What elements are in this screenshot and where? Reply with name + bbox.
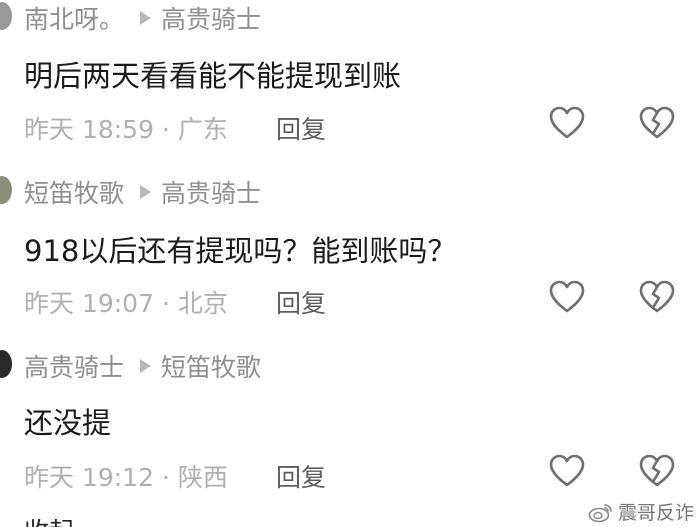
heart-outline-icon[interactable] xyxy=(549,280,585,316)
broken-heart-icon[interactable] xyxy=(639,106,675,142)
reply-button[interactable]: 回复 xyxy=(276,284,326,320)
watermark-text: 震哥反诈 xyxy=(617,502,694,524)
comment-header: 高贵骑士 短笛牧歌 xyxy=(24,348,261,384)
avatar[interactable] xyxy=(0,176,12,204)
comment-text: 918以后还有提现吗？能到账吗？ xyxy=(24,234,457,268)
reply-button[interactable]: 回复 xyxy=(276,110,326,146)
collapse-button[interactable]: 收起 xyxy=(24,512,74,527)
avatar[interactable] xyxy=(0,2,12,30)
heart-outline-icon[interactable] xyxy=(549,454,585,490)
comment-text: 明后两天看看能不能提现到账 xyxy=(24,59,402,93)
heart-outline-icon[interactable] xyxy=(549,106,585,142)
reply-to-name[interactable]: 短笛牧歌 xyxy=(161,348,261,384)
triangle-right-icon xyxy=(140,11,152,25)
avatar[interactable] xyxy=(0,350,12,378)
weibo-logo-icon xyxy=(588,503,612,522)
comment-meta: 昨天 18:59 · 广东 xyxy=(24,115,228,144)
reply-to-name[interactable]: 高贵骑士 xyxy=(161,174,261,210)
watermark: 震哥反诈 xyxy=(588,498,694,525)
comment-meta: 昨天 19:07 · 北京 xyxy=(24,289,228,318)
comment-header: 短笛牧歌 高贵骑士 xyxy=(24,174,261,210)
comment-thread: 南北呀。 高贵骑士 明后两天看看能不能提现到账 昨天 18:59 · 广东 回复… xyxy=(0,0,700,527)
comment-text: 还没提 xyxy=(24,406,112,440)
comment-meta: 昨天 19:12 · 陕西 xyxy=(24,463,228,492)
triangle-right-icon xyxy=(140,359,152,373)
comment-header: 南北呀。 高贵骑士 xyxy=(24,0,261,36)
author-name[interactable]: 短笛牧歌 xyxy=(24,174,124,210)
broken-heart-icon[interactable] xyxy=(639,454,675,490)
triangle-right-icon xyxy=(140,185,152,199)
broken-heart-icon[interactable] xyxy=(639,280,675,316)
author-name[interactable]: 南北呀。 xyxy=(24,0,124,36)
reply-button[interactable]: 回复 xyxy=(276,458,326,494)
author-name[interactable]: 高贵骑士 xyxy=(24,348,124,384)
reply-to-name[interactable]: 高贵骑士 xyxy=(161,0,261,36)
